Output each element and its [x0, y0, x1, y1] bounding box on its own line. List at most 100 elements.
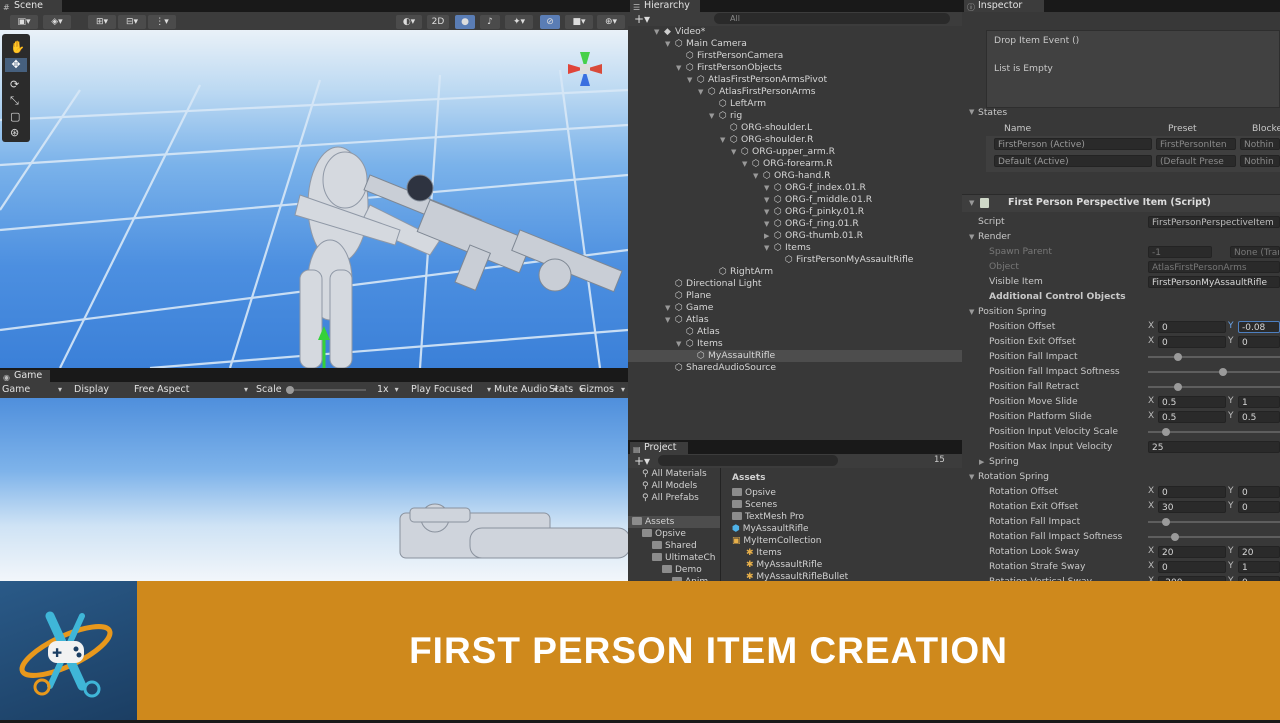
- asset-item[interactable]: Scenes: [732, 499, 777, 511]
- asset-item[interactable]: ✱ Items: [746, 547, 782, 559]
- x-field[interactable]: 30: [1158, 501, 1226, 513]
- x-field[interactable]: 0: [1158, 336, 1226, 348]
- fold-arrow-icon[interactable]: ▼: [676, 62, 686, 74]
- fold-arrow-icon[interactable]: ▼: [764, 194, 774, 206]
- aspect-dropdown[interactable]: Free Aspect: [134, 382, 248, 398]
- tab-project[interactable]: ▤ Project: [630, 442, 688, 454]
- scale-slider[interactable]: [286, 386, 366, 394]
- y-field[interactable]: 0: [1238, 501, 1280, 513]
- hierarchy-item[interactable]: ▼ ⬡ FirstPersonObjects: [628, 62, 962, 74]
- hierarchy-item[interactable]: ▼ ⬡ Items: [628, 242, 962, 254]
- additional-control-objects-foldout[interactable]: Additional Control Objects: [989, 289, 1126, 304]
- hierarchy-item[interactable]: ▼ ⬡ ORG-f_middle.01.R: [628, 194, 962, 206]
- hierarchy-item[interactable]: ▼ ◆ Video*: [628, 26, 962, 38]
- slider-knob[interactable]: [1174, 383, 1182, 391]
- fold-arrow-icon[interactable]: ▼: [720, 134, 730, 146]
- stats-toggle[interactable]: Stats: [549, 382, 584, 398]
- tab-hierarchy[interactable]: ☰ Hierarchy: [630, 0, 700, 12]
- fold-arrow-icon[interactable]: ▼: [764, 206, 774, 218]
- project-tree-item[interactable]: Shared: [628, 540, 720, 552]
- favorite-item[interactable]: ⚲ All Prefabs: [642, 492, 699, 504]
- x-field[interactable]: 0: [1158, 321, 1226, 333]
- asset-item[interactable]: ✱ MyAssaultRifle: [746, 559, 822, 571]
- assets-breadcrumb[interactable]: Assets: [732, 472, 765, 484]
- hierarchy-item[interactable]: ▶ ⬡ ORG-thumb.01.R: [628, 230, 962, 242]
- scale-slider-knob[interactable]: [286, 386, 294, 394]
- hierarchy-item[interactable]: ⬡ Directional Light: [628, 278, 962, 290]
- hierarchy-item[interactable]: ▼ ⬡ AtlasFirstPersonArms: [628, 86, 962, 98]
- render-foldout[interactable]: Render: [978, 229, 1011, 244]
- project-search-input[interactable]: [658, 455, 838, 466]
- rotation-spring-foldout[interactable]: Rotation Spring: [978, 469, 1049, 484]
- hierarchy-item[interactable]: ▼ ⬡ ORG-f_ring.01.R: [628, 218, 962, 230]
- move-tool-icon[interactable]: ✥: [5, 58, 27, 72]
- render-fold-icon[interactable]: ▼: [969, 233, 974, 241]
- scale-tool-icon[interactable]: ⤡: [10, 94, 19, 108]
- hand-tool-icon[interactable]: ✋: [10, 40, 25, 54]
- slider-knob[interactable]: [1171, 533, 1179, 541]
- asset-item[interactable]: TextMesh Pro: [732, 511, 804, 523]
- hierarchy-item[interactable]: ⬡ ORG-shoulder.L: [628, 122, 962, 134]
- x-field[interactable]: 0.5: [1158, 396, 1226, 408]
- x-field[interactable]: 0.5: [1158, 411, 1226, 423]
- hierarchy-item[interactable]: ▼ ⬡ ORG-f_index.01.R: [628, 182, 962, 194]
- create-add-icon[interactable]: +▾: [634, 12, 650, 26]
- spawn-parent-field[interactable]: -1: [1148, 246, 1212, 258]
- hierarchy-item[interactable]: ⬡ SharedAudioSource: [628, 362, 962, 374]
- hierarchy-item[interactable]: ▼ ⬡ ORG-shoulder.R: [628, 134, 962, 146]
- x-field[interactable]: 0: [1158, 486, 1226, 498]
- hierarchy-item[interactable]: ▼ ⬡ Game: [628, 302, 962, 314]
- hierarchy-item[interactable]: ⬡ Plane: [628, 290, 962, 302]
- mute-audio-toggle[interactable]: Mute Audio: [494, 382, 558, 398]
- slider-track[interactable]: [1148, 353, 1280, 361]
- state-preset-field[interactable]: FirstPersonIten: [1156, 138, 1236, 150]
- gizmos-dropdown[interactable]: Gizmos: [579, 382, 625, 398]
- position-spring-fold-icon[interactable]: ▼: [969, 308, 974, 316]
- hierarchy-item[interactable]: ▼ ⬡ ORG-hand.R: [628, 170, 962, 182]
- draw-mode-button[interactable]: ▣▾: [10, 15, 38, 29]
- game-view-dropdown[interactable]: Game: [2, 382, 62, 398]
- fold-arrow-icon[interactable]: ▼: [764, 218, 774, 230]
- spawn-parent-object-field[interactable]: None (Tran: [1230, 246, 1280, 258]
- x-field[interactable]: 20: [1158, 546, 1226, 558]
- state-blocked-field[interactable]: Nothin: [1240, 155, 1280, 167]
- hierarchy-item[interactable]: ⬡ Atlas: [628, 326, 962, 338]
- fold-arrow-icon[interactable]: ▼: [753, 170, 763, 182]
- project-create-icon[interactable]: +▾: [634, 454, 650, 468]
- y-field[interactable]: 0: [1238, 486, 1280, 498]
- component-fold-icon[interactable]: ▼: [969, 199, 974, 207]
- scene-viewport[interactable]: ✋ ✥ ⟳ ⤡ ▢ ⊛: [0, 30, 628, 368]
- x-field[interactable]: 0: [1158, 561, 1226, 573]
- y-field[interactable]: 1: [1238, 561, 1280, 573]
- mode-2d-button[interactable]: 2D: [427, 15, 449, 29]
- hierarchy-item[interactable]: ▼ ⬡ Main Camera: [628, 38, 962, 50]
- states-label[interactable]: States: [978, 105, 1007, 120]
- slider-knob[interactable]: [1162, 428, 1170, 436]
- play-focused-dropdown[interactable]: Play Focused: [411, 382, 491, 398]
- fold-arrow-icon[interactable]: ▼: [665, 302, 675, 314]
- state-preset-field[interactable]: (Default Prese: [1156, 155, 1236, 167]
- fold-arrow-icon[interactable]: ▼: [676, 338, 686, 350]
- fold-arrow-icon[interactable]: ▼: [665, 38, 675, 50]
- orientation-gizmo-icon[interactable]: [560, 44, 610, 94]
- fold-arrow-icon[interactable]: ▶: [764, 230, 774, 242]
- fold-arrow-icon[interactable]: ▼: [742, 158, 752, 170]
- render-mode-button[interactable]: ◈▾: [43, 15, 71, 29]
- hierarchy-item[interactable]: ▼ ⬡ Atlas: [628, 314, 962, 326]
- game-viewport[interactable]: [0, 398, 628, 581]
- gizmos-button[interactable]: ⊕▾: [597, 15, 625, 29]
- object-field[interactable]: AtlasFirstPersonArms: [1148, 261, 1280, 273]
- project-tree-item[interactable]: Demo: [628, 564, 720, 576]
- hierarchy-item[interactable]: ⬡ FirstPersonCamera: [628, 50, 962, 62]
- fold-arrow-icon[interactable]: ▼: [654, 26, 664, 38]
- y-field[interactable]: 0.5: [1238, 411, 1280, 423]
- camera-settings-button[interactable]: ■▾: [565, 15, 593, 29]
- rotation-spring-fold-icon[interactable]: ▼: [969, 473, 974, 481]
- hidden-objects-icon[interactable]: ⊘: [540, 15, 560, 29]
- slider-knob[interactable]: [1174, 353, 1182, 361]
- project-tree-item[interactable]: Opsive: [628, 528, 720, 540]
- spring-foldout[interactable]: Spring: [989, 454, 1019, 469]
- asset-item[interactable]: ⬢ MyAssaultRifle: [732, 523, 809, 535]
- y-field[interactable]: 1: [1238, 396, 1280, 408]
- hierarchy-item[interactable]: ⬡ FirstPersonMyAssaultRifle: [628, 254, 962, 266]
